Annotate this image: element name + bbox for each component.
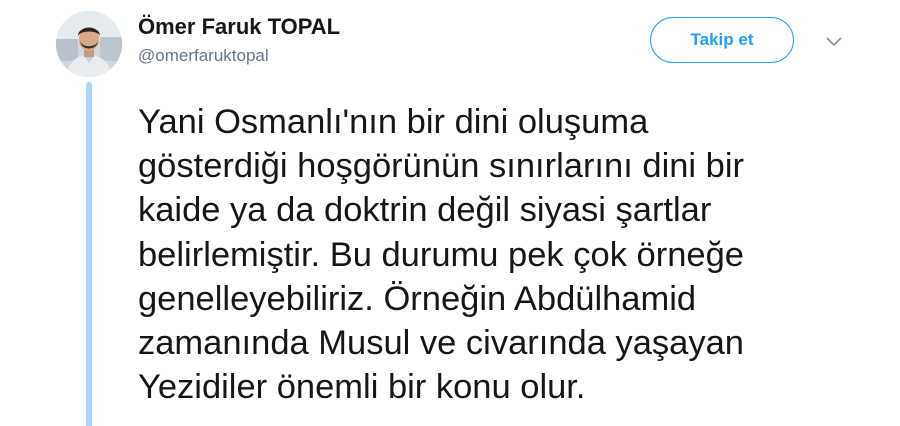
follow-button[interactable]: Takip et: [650, 17, 794, 63]
tweet-menu-button[interactable]: [821, 32, 847, 52]
tweet-text-line: Yezidiler önemli bir konu olur.: [138, 368, 586, 407]
author-name[interactable]: Ömer Faruk TOPAL: [138, 14, 340, 40]
tweet-text-line: belirlemiştir. Bu durumu pek çok örneğe: [138, 235, 744, 274]
avatar-photo-icon: [56, 11, 122, 77]
tweet-text: Yani Osmanlı'nın bir dini oluşuma göster…: [138, 100, 878, 409]
tweet-text-line: kaide ya da doktrin değil siyasi şartlar: [138, 191, 712, 230]
tweet-text-line: gösterdiği hoşgörünün sınırlarını dini b…: [138, 147, 745, 186]
thread-line: [86, 82, 92, 426]
tweet-text-line: Yani Osmanlı'nın bir dini oluşuma: [138, 103, 649, 141]
author-handle[interactable]: @omerfaruktopal: [138, 46, 269, 66]
follow-button-label: Takip et: [690, 30, 754, 49]
tweet-text-line: genelleyebiliriz. Örneğin Abdülhamid: [138, 279, 697, 318]
tweet-text-line: zamanında Musul ve civarında yaşayan: [138, 324, 744, 363]
author-avatar[interactable]: [56, 11, 122, 77]
chevron-down-icon: [826, 37, 842, 46]
